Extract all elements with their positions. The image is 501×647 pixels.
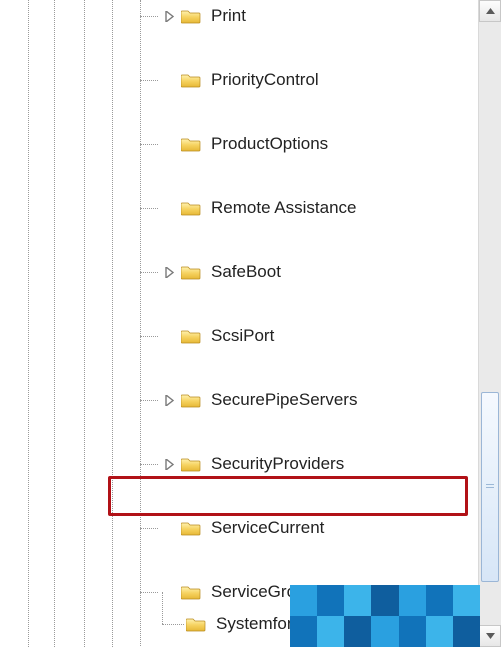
folder-icon bbox=[181, 264, 201, 280]
tree-node-label: ScsiPort bbox=[211, 326, 274, 346]
scrollbar-track[interactable] bbox=[479, 22, 501, 625]
tree-node-label: SecurityProviders bbox=[211, 454, 344, 474]
tree-area: Print PriorityControl ProductOptions Remote… bbox=[0, 0, 475, 647]
scroll-up-button[interactable] bbox=[479, 0, 501, 22]
folder-icon bbox=[181, 8, 201, 24]
tree-node[interactable]: PriorityControl bbox=[140, 64, 475, 96]
tree-node-label: Print bbox=[211, 6, 246, 26]
tree-node-label: SafeBoot bbox=[211, 262, 281, 282]
folder-icon bbox=[181, 392, 201, 408]
tree-node-label: ServiceCurrent bbox=[211, 518, 324, 538]
folder-icon bbox=[181, 200, 201, 216]
folder-icon bbox=[181, 328, 201, 344]
registry-tree-viewport: Print PriorityControl ProductOptions Remote… bbox=[0, 0, 501, 647]
expand-triangle-icon[interactable] bbox=[164, 267, 175, 278]
tree-list: Print PriorityControl ProductOptions Remote… bbox=[140, 0, 475, 647]
tree-node[interactable]: ScsiPort bbox=[140, 320, 475, 352]
folder-icon bbox=[186, 616, 206, 632]
tree-node-label: SecurePipeServers bbox=[211, 390, 357, 410]
expand-triangle-icon[interactable] bbox=[164, 395, 175, 406]
tree-node[interactable]: Remote Assistance bbox=[140, 192, 475, 224]
tree-node[interactable]: SecurePipeServers bbox=[140, 384, 475, 416]
redaction-mosaic bbox=[290, 585, 480, 647]
folder-icon bbox=[181, 584, 201, 600]
expand-triangle-icon[interactable] bbox=[164, 459, 175, 470]
folder-icon bbox=[181, 456, 201, 472]
scrollbar-thumb[interactable] bbox=[481, 392, 499, 582]
scroll-down-button[interactable] bbox=[479, 625, 501, 647]
tree-node[interactable]: SecurityProviders bbox=[140, 448, 475, 480]
tree-node-label: Remote Assistance bbox=[211, 198, 357, 218]
tree-node[interactable]: ServiceCurrent bbox=[140, 512, 475, 544]
expand-triangle-icon[interactable] bbox=[164, 11, 175, 22]
tree-node-label: Systemfon bbox=[216, 614, 296, 634]
tree-node[interactable]: ProductOptions bbox=[140, 128, 475, 160]
tree-node-label: PriorityControl bbox=[211, 70, 319, 90]
folder-icon bbox=[181, 72, 201, 88]
vertical-scrollbar[interactable] bbox=[478, 0, 501, 647]
tree-node-label: ProductOptions bbox=[211, 134, 328, 154]
tree-node[interactable]: Print bbox=[140, 0, 475, 32]
folder-icon bbox=[181, 520, 201, 536]
folder-icon bbox=[181, 136, 201, 152]
tree-node[interactable]: SafeBoot bbox=[140, 256, 475, 288]
